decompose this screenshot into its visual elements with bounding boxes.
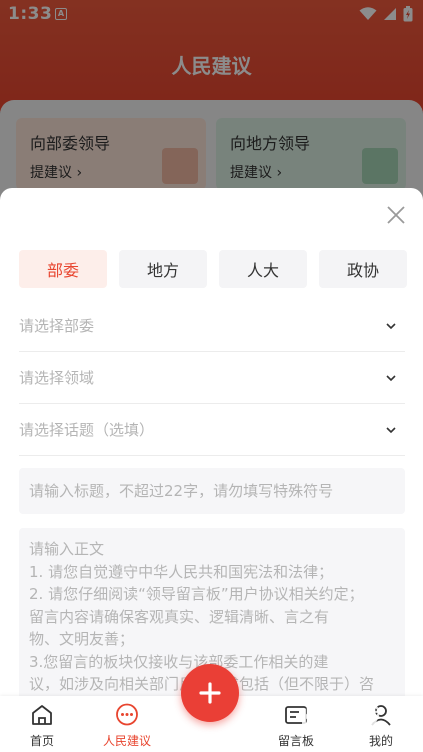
- select-ministry[interactable]: 请选择部委: [19, 300, 405, 352]
- select-placeholder: 请选择话题（选填）: [19, 421, 155, 439]
- chat-bubble-icon: [116, 703, 138, 726]
- close-icon[interactable]: [385, 204, 407, 226]
- nav-label: 人民建议: [102, 734, 151, 748]
- body-placeholder-line: 1. 请您自觉遵守中华人民共和国宪法和法律；: [29, 562, 334, 581]
- tab-cppcc[interactable]: 政协: [319, 250, 407, 288]
- chevron-down-icon: [386, 374, 396, 381]
- body-placeholder-line: 请输入正文: [29, 540, 105, 558]
- tab-ministry[interactable]: 部委: [19, 250, 107, 288]
- tab-npc[interactable]: 人大: [219, 250, 307, 288]
- select-placeholder: 请选择部委: [19, 317, 95, 335]
- nav-label: 首页: [29, 734, 54, 748]
- add-suggestion-fab[interactable]: [181, 664, 239, 722]
- plus-icon: [199, 682, 221, 704]
- body-placeholder-line: 留言内容请确保客观真实、逻辑清晰、言之有: [29, 607, 330, 626]
- chevron-down-icon: [386, 426, 396, 433]
- chevron-down-icon: [386, 322, 396, 329]
- home-icon: [32, 705, 52, 725]
- select-topic[interactable]: 请选择话题（选填）: [19, 404, 405, 456]
- tab-local[interactable]: 地方: [119, 250, 207, 288]
- category-tabs: 部委 地方 人大 政协: [19, 250, 407, 288]
- suggestion-form-sheet: 部委 地方 人大 政协 请选择部委 请选择领域 请选择话题（选填） 请输入正文 …: [0, 188, 423, 708]
- body-placeholder-line: 2. 请您仔细阅读“领导留言板”用户协议相关约定；: [29, 585, 364, 603]
- title-input[interactable]: [19, 468, 405, 514]
- select-field[interactable]: 请选择领域: [19, 352, 405, 404]
- nav-item-home[interactable]: 首页: [7, 702, 77, 749]
- nav-item-suggestion[interactable]: 人民建议: [92, 702, 162, 749]
- body-placeholder-line: 物、文明友善；: [29, 630, 135, 648]
- select-placeholder: 请选择领域: [19, 369, 95, 387]
- watermark-logo: KK下载 www.kkx.net: [300, 706, 385, 739]
